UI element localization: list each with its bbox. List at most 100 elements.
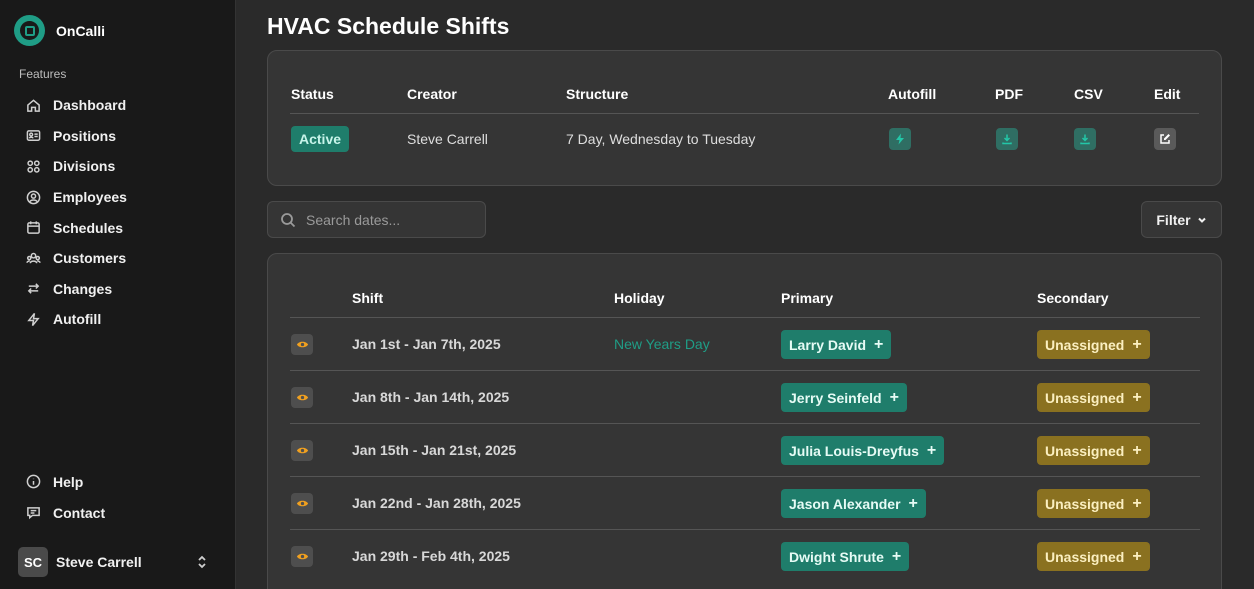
eye-icon	[296, 553, 308, 560]
sidebar-item-label: Positions	[53, 127, 117, 144]
grid-icon	[27, 160, 40, 173]
user-name: Steve Carrell	[56, 554, 142, 570]
download-csv-button[interactable]	[1074, 128, 1096, 150]
user-circle-icon	[26, 190, 41, 204]
secondary-assignee[interactable]: Unassigned +	[1037, 489, 1150, 518]
table-row: Jan 15th - Jan 21st, 2025 Julia Louis-Dr…	[290, 424, 1200, 477]
chevron-up-down-icon[interactable]	[194, 554, 210, 570]
structure-value: 7 Day, Wednesday to Tuesday	[566, 131, 756, 147]
secondary-assignee[interactable]: Unassigned +	[1037, 383, 1150, 412]
assignee-name: Jerry Seinfeld	[789, 389, 882, 406]
search-input[interactable]	[306, 211, 476, 228]
view-shift-button[interactable]	[291, 440, 313, 461]
home-icon	[27, 99, 40, 112]
download-icon	[1080, 134, 1090, 145]
creator-value: Steve Carrell	[407, 131, 488, 147]
sidebar-item-help[interactable]: Help	[26, 466, 216, 497]
secondary-assignee[interactable]: Unassigned +	[1037, 330, 1150, 359]
sidebar-item-dashboard[interactable]: Dashboard	[26, 90, 216, 121]
eye-icon	[296, 500, 308, 507]
sidebar-item-label: Customers	[53, 250, 127, 267]
sidebar-item-label: Help	[53, 473, 84, 490]
column-header-csv: CSV	[1074, 86, 1103, 102]
user-menu[interactable]: SC Steve Carrell	[18, 547, 214, 577]
shift-range: Jan 22nd - Jan 28th, 2025	[352, 495, 521, 511]
column-header-edit: Edit	[1154, 86, 1181, 102]
column-header-primary: Primary	[781, 290, 834, 306]
sidebar-item-changes[interactable]: Changes	[26, 274, 216, 305]
plus-icon: +	[1132, 494, 1142, 512]
download-pdf-button[interactable]	[996, 128, 1018, 150]
primary-assignee[interactable]: Jason Alexander +	[781, 489, 926, 518]
sidebar-item-autofill[interactable]: Autofill	[26, 304, 216, 335]
assignee-name: Unassigned	[1045, 548, 1125, 565]
shift-range: Jan 1st - Jan 7th, 2025	[352, 336, 501, 352]
assignee-name: Jason Alexander	[789, 495, 901, 512]
customers-icon	[26, 252, 41, 264]
autofill-button[interactable]	[889, 128, 911, 150]
view-shift-button[interactable]	[291, 334, 313, 355]
search-box[interactable]	[267, 201, 486, 238]
column-header-holiday: Holiday	[614, 290, 665, 306]
primary-assignee[interactable]: Julia Louis-Dreyfus +	[781, 436, 945, 465]
sidebar-item-customers[interactable]: Customers	[26, 243, 216, 274]
column-header-autofill: Autofill	[888, 86, 937, 102]
column-header-pdf: PDF	[995, 86, 1023, 102]
plus-icon: +	[908, 494, 918, 512]
assignee-name: Julia Louis-Dreyfus	[789, 442, 919, 459]
sidebar-item-divisions[interactable]: Divisions	[26, 151, 216, 182]
column-header-secondary: Secondary	[1037, 290, 1109, 306]
table-row: Jan 29th - Feb 4th, 2025 Dwight Shrute + …	[290, 530, 1200, 583]
column-header-structure: Structure	[566, 86, 629, 102]
edit-schedule-button[interactable]	[1154, 128, 1176, 150]
view-shift-button[interactable]	[291, 387, 313, 408]
sidebar-item-employees[interactable]: Employees	[26, 182, 216, 213]
primary-assignee[interactable]: Larry David +	[781, 330, 892, 359]
assignee-name: Unassigned	[1045, 495, 1125, 512]
sidebar-bottom-nav: Help Contact	[26, 466, 216, 528]
shifts-table: Shift Holiday Primary Secondary Jan 1st …	[267, 253, 1222, 589]
assignee-name: Unassigned	[1045, 389, 1125, 406]
plus-icon: +	[891, 547, 902, 565]
shift-range: Jan 29th - Feb 4th, 2025	[352, 548, 510, 564]
filter-button[interactable]: Filter	[1141, 201, 1222, 238]
chevron-down-icon	[1197, 217, 1206, 223]
message-icon	[27, 507, 40, 520]
brand-name: OnCalli	[56, 22, 106, 39]
sidebar-item-label: Changes	[53, 280, 113, 297]
id-card-icon	[26, 130, 41, 142]
filter-label: Filter	[1156, 211, 1191, 228]
assignee-name: Unassigned	[1045, 336, 1125, 353]
eye-icon	[296, 447, 308, 454]
table-row: Jan 22nd - Jan 28th, 2025 Jason Alexande…	[290, 477, 1200, 530]
primary-assignee[interactable]: Dwight Shrute +	[781, 542, 910, 571]
plus-icon: +	[1132, 335, 1142, 353]
edit-icon	[1160, 134, 1170, 144]
page-title: HVAC Schedule Shifts	[267, 13, 510, 39]
oncalli-logo-icon	[14, 15, 45, 46]
secondary-assignee[interactable]: Unassigned +	[1037, 542, 1150, 571]
sidebar-item-label: Schedules	[53, 219, 124, 236]
brand[interactable]: OnCalli	[14, 15, 105, 46]
primary-assignee[interactable]: Jerry Seinfeld +	[781, 383, 907, 412]
calendar-icon	[27, 221, 40, 235]
summary-header: Status Creator Structure Autofill PDF CS…	[290, 86, 1199, 114]
view-shift-button[interactable]	[291, 493, 313, 514]
sidebar-item-contact[interactable]: Contact	[26, 497, 216, 528]
sidebar-item-schedules[interactable]: Schedules	[26, 212, 216, 243]
info-icon	[26, 474, 41, 489]
sidebar-item-label: Employees	[53, 189, 127, 206]
column-header-status: Status	[291, 86, 334, 102]
sidebar-item-positions[interactable]: Positions	[26, 121, 216, 152]
view-shift-button[interactable]	[291, 546, 313, 567]
table-row: Jan 8th - Jan 14th, 2025 Jerry Seinfeld +…	[290, 371, 1200, 424]
schedule-summary-card: Status Creator Structure Autofill PDF CS…	[267, 50, 1222, 186]
plus-icon: +	[926, 441, 937, 459]
bolt-icon	[896, 133, 904, 145]
holiday-name: New Years Day	[614, 336, 710, 352]
swap-arrows-icon	[27, 283, 40, 295]
status-badge: Active	[291, 126, 350, 152]
assignee-name: Unassigned	[1045, 442, 1125, 459]
shift-range: Jan 15th - Jan 21st, 2025	[352, 442, 517, 458]
secondary-assignee[interactable]: Unassigned +	[1037, 436, 1150, 465]
